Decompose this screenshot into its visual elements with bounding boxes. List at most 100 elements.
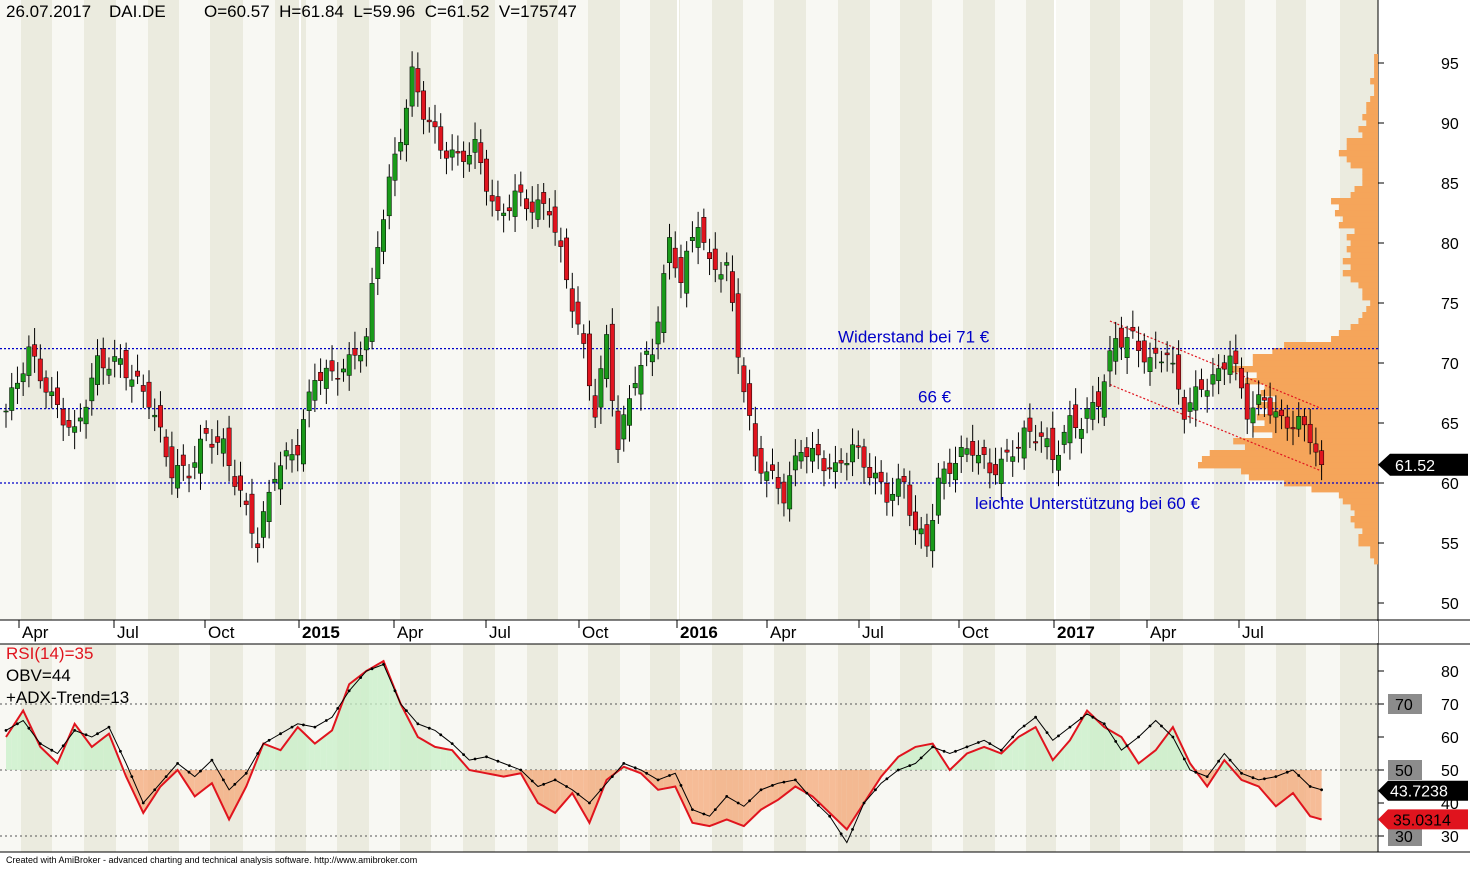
candle-body: [672, 247, 678, 269]
rsi-fill-above: [326, 730, 333, 770]
candle-body: [735, 293, 741, 358]
obv-dot: [805, 791, 809, 795]
volume-profile-bar: [1342, 270, 1378, 277]
candle-body: [872, 472, 878, 479]
volume-profile-bar: [1354, 186, 1378, 193]
candle-body: [1227, 355, 1233, 375]
obv-dot: [965, 745, 969, 749]
candle-body: [1284, 416, 1290, 429]
obv-dot: [530, 779, 534, 783]
date-axis-label: Oct: [962, 623, 989, 642]
volume-profile-bar: [1350, 324, 1378, 331]
candle-body: [712, 248, 718, 270]
rsi-fill-below: [715, 770, 721, 824]
rsi-fill-above: [1104, 727, 1110, 770]
price-bg-band: [0, 0, 21, 620]
rsi-fill-below: [1310, 770, 1316, 818]
obv-dot: [416, 722, 420, 726]
candle-body: [592, 395, 598, 418]
candle-body: [198, 438, 203, 474]
indicator-bg-band: [558, 644, 588, 852]
candle-body: [341, 368, 346, 373]
obv-dot: [1251, 776, 1255, 780]
obv-dot: [759, 788, 763, 792]
candle-body: [1181, 397, 1187, 420]
obv-dot: [187, 770, 191, 774]
date-axis-label: Apr: [770, 623, 797, 642]
volume-profile-bar: [1338, 222, 1378, 229]
candle-body: [770, 464, 775, 471]
candle-body: [501, 212, 507, 216]
candle-body: [1313, 443, 1319, 453]
volume-profile-bar: [1362, 114, 1378, 121]
volume-profile-bar: [1284, 480, 1378, 487]
candle-body: [581, 333, 587, 344]
candle-body: [329, 360, 335, 372]
candle-body: [186, 475, 192, 479]
obv-dot: [999, 748, 1003, 752]
candle-body: [1261, 397, 1267, 401]
header-ohlcv: O=60.57 H=61.84 L=59.96 C=61.52 V=175747: [204, 2, 577, 21]
volume-profile-bar: [1276, 396, 1378, 403]
candle-body: [832, 462, 838, 472]
rsi-fill-below: [732, 770, 739, 824]
obv-dot: [725, 795, 729, 798]
candle-body: [907, 484, 913, 516]
price-bg-band: [838, 0, 870, 620]
volume-profile-bar: [1264, 384, 1378, 391]
candle-body: [1176, 354, 1182, 390]
candle-body: [37, 358, 43, 382]
rsi-fill-below: [841, 770, 847, 830]
rsi-fill-above: [972, 749, 979, 770]
obv-dot: [622, 762, 626, 765]
candle-body: [318, 371, 324, 381]
date-axis-label: Oct: [208, 623, 235, 642]
obv-dot: [885, 777, 889, 781]
candle-body: [724, 262, 730, 266]
volume-profile-bar: [1350, 516, 1378, 523]
candle-body: [449, 149, 455, 158]
candle-body: [541, 192, 547, 204]
candle-body: [953, 463, 958, 481]
obv-dot: [1079, 716, 1083, 720]
candle-body: [518, 184, 524, 193]
candle-body: [844, 463, 850, 466]
candle-body: [1158, 361, 1164, 364]
candle-body: [970, 441, 976, 456]
candle-body: [1015, 446, 1021, 449]
obv-dot: [267, 738, 271, 742]
candle-body: [1153, 347, 1159, 354]
obv-dot: [713, 808, 717, 811]
price-bg-band: [21, 0, 52, 620]
obv-dot: [954, 749, 957, 753]
obv-dot: [1022, 724, 1026, 728]
indicator-bg-band: [495, 644, 527, 852]
date-axis-label: Apr: [1150, 623, 1177, 642]
volume-profile-bar: [1346, 144, 1378, 151]
indicator-level-badge-text: 30: [1395, 829, 1413, 846]
candle-body: [346, 354, 352, 376]
candle-body: [203, 428, 209, 434]
obv-dot: [839, 832, 843, 836]
candle-body: [455, 151, 461, 154]
volume-profile-bar: [1350, 240, 1378, 247]
rsi-fill-above: [1115, 733, 1122, 770]
candle-body: [403, 107, 409, 146]
indicator-bg-band: [1340, 644, 1378, 852]
rsi-fill-above: [360, 671, 367, 770]
volume-profile-bar: [1346, 138, 1378, 145]
indicator-bg-band: [1214, 644, 1245, 852]
candle-body: [443, 150, 449, 159]
obv-dot: [771, 784, 774, 787]
indicator-bg-band: [463, 644, 495, 852]
candle-body: [655, 321, 661, 345]
candle-body: [707, 252, 713, 259]
adx-label: +ADX-Trend=13: [6, 688, 130, 707]
obv-dot: [405, 709, 408, 712]
candle-body: [729, 271, 735, 303]
candle-body: [1250, 407, 1256, 424]
candle-body: [32, 344, 38, 357]
candle-body: [1004, 449, 1010, 453]
candle-body: [129, 379, 135, 387]
volume-profile-bar: [1354, 522, 1378, 529]
